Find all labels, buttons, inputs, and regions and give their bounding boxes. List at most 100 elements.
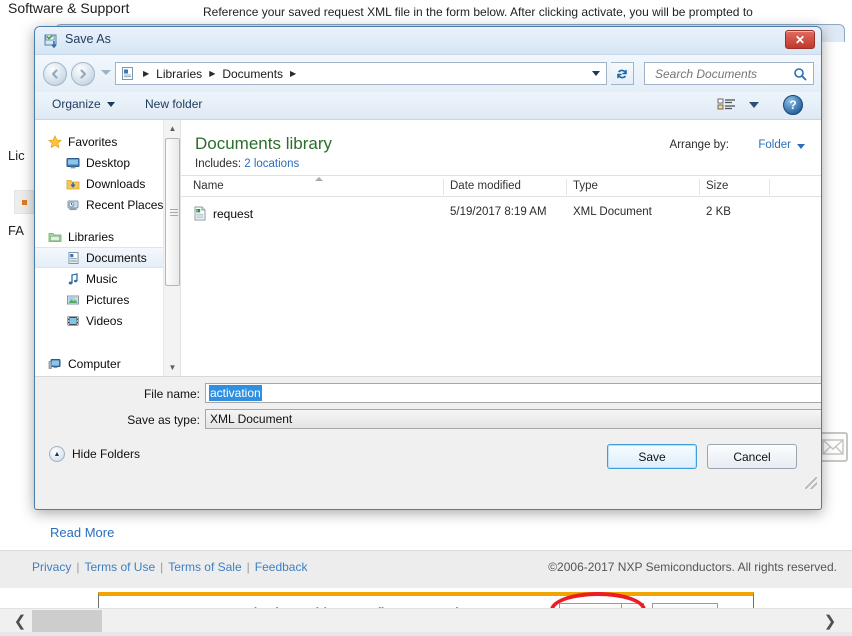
sort-ascending-icon [315,177,323,181]
page-left-partial-text-1: Lic [8,148,25,163]
breadcrumb-separator-1[interactable]: ▶ [204,69,220,78]
sidebar-item-music-label: Music [86,271,118,286]
sidebar-item-documents-label: Documents [86,250,147,265]
sidebar-item-downloads[interactable]: Downloads [35,173,180,194]
column-header-size[interactable]: Size [706,180,728,192]
breadcrumb-libraries[interactable]: Libraries [154,67,204,81]
resize-grip[interactable] [805,477,817,489]
sidebar-group-favorites[interactable]: Favorites [35,131,180,152]
view-dropdown-icon[interactable] [749,102,759,108]
sidebar-item-recent-places[interactable]: Recent Places [35,194,180,215]
search-box[interactable] [644,62,814,85]
column-divider-2[interactable] [566,179,567,195]
close-icon[interactable]: ✕ [785,30,815,49]
help-icon[interactable]: ? [783,95,803,115]
table-row[interactable]: x request 5/19/2017 8:19 AM XML Document… [181,203,821,225]
star-icon [47,134,63,150]
search-input[interactable] [653,65,793,82]
hide-folders-label: Hide Folders [72,447,141,461]
pictures-icon [65,292,81,308]
chevron-down-icon [106,101,115,107]
column-header-type[interactable]: Type [573,180,598,192]
file-name-input[interactable]: activation [205,383,821,403]
search-icon[interactable] [793,67,807,86]
back-button[interactable] [43,62,67,86]
address-bar[interactable]: ▶ Libraries ▶ Documents ▶ [115,62,607,85]
library-title: Documents library [195,134,332,153]
footer-link-feedback[interactable]: Feedback [255,560,308,574]
footer-link-terms-of-use[interactable]: Terms of Use [84,560,155,574]
breadcrumb-documents[interactable]: Documents [220,67,285,81]
sidebar-item-downloads-label: Downloads [86,176,146,191]
history-dropdown-icon[interactable] [101,70,111,75]
downloads-folder-icon [65,176,81,192]
read-more-link[interactable]: Read More [50,525,114,540]
scrollbar-thumb[interactable] [32,610,102,632]
file-name-label: File name: [143,387,200,401]
sidebar-item-videos-label: Videos [86,313,123,328]
desktop-icon [65,155,81,171]
file-size-cell: 2 KB [706,206,731,218]
dialog-navigation-row: ▶ Libraries ▶ Documents ▶ [35,55,821,92]
breadcrumb-separator-2[interactable]: ▶ [285,69,301,78]
video-film-icon [65,313,81,329]
cancel-button[interactable]: Cancel [707,444,797,469]
envelope-icon[interactable] [818,432,848,462]
footer-link-privacy[interactable]: Privacy [32,560,71,574]
scroll-right-arrow-icon[interactable]: ❯ [818,609,842,633]
sidebar-item-music[interactable]: Music [35,268,180,289]
save-button[interactable]: Save [607,444,697,469]
organize-label: Organize [52,97,101,111]
address-dropdown-icon[interactable] [592,71,600,76]
column-divider-4[interactable] [769,179,770,195]
sidebar-item-pictures[interactable]: Pictures [35,289,180,310]
horizontal-scrollbar[interactable]: ❮ ❯ [0,608,852,632]
page-left-partial-text-2: FA [8,223,24,238]
view-list-icon[interactable] [717,97,737,114]
sidebar-group-libraries[interactable]: Libraries [35,226,180,247]
library-includes: Includes: 2 locations [195,158,299,170]
hide-folders-button[interactable]: ▲ Hide Folders [49,446,140,462]
nav-pane-spacer-top [35,120,180,131]
column-divider-3[interactable] [699,179,700,195]
sidebar-item-recent-places-label: Recent Places [86,197,164,212]
music-note-icon [65,271,81,287]
nav-scrollbar-grip [170,209,178,216]
footer-link-terms-of-sale[interactable]: Terms of Sale [168,560,241,574]
column-header-name[interactable]: Name [193,180,224,192]
sidebar-item-videos[interactable]: Videos [35,310,180,331]
file-type-cell: XML Document [573,206,652,218]
nav-scroll-up-icon[interactable]: ▲ [164,120,180,137]
library-document-icon [120,66,135,81]
column-divider-1[interactable] [443,179,444,195]
dialog-form-area: File name: activation Save as type: XML … [35,376,821,432]
computer-icon [47,356,63,372]
forward-button[interactable] [71,62,95,86]
page-section-title: Software & Support [8,0,130,16]
file-name-value: activation [209,385,262,401]
save-as-type-label: Save as type: [127,413,200,427]
sidebar-group-computer[interactable]: Computer [35,353,180,374]
navigation-pane: Favorites Desktop Downloads Recent Place… [35,120,181,376]
sidebar-item-desktop[interactable]: Desktop [35,152,180,173]
scroll-left-arrow-icon[interactable]: ❮ [8,609,32,633]
nav-pane-spacer-2 [35,331,180,342]
organize-menu-button[interactable]: Organize [52,97,115,111]
libraries-folder-icon [47,229,63,245]
library-locations-link[interactable]: 2 locations [244,158,299,170]
arrange-dropdown-icon[interactable] [797,144,805,149]
arrange-by-value[interactable]: Folder [758,139,791,151]
nav-pane-scrollbar[interactable]: ▲ ▼ [163,120,180,376]
refresh-button[interactable] [611,62,634,85]
nav-scroll-down-icon[interactable]: ▼ [164,359,180,376]
nav-scrollbar-thumb[interactable] [165,138,180,286]
page-instruction-text: Reference your saved request XML file in… [203,5,753,19]
sidebar-item-documents[interactable]: Documents [35,247,180,268]
file-name-cell: x request [193,206,253,221]
new-folder-button[interactable]: New folder [145,97,202,111]
column-header-date-modified[interactable]: Date modified [450,180,521,192]
breadcrumb-separator-0[interactable]: ▶ [138,69,154,78]
save-disk-icon [43,32,61,50]
save-as-dialog: Save As ✕ ▶ Libraries ▶ Documents ▶ Sear… [34,26,822,510]
save-as-type-select[interactable]: XML Document [205,409,821,429]
